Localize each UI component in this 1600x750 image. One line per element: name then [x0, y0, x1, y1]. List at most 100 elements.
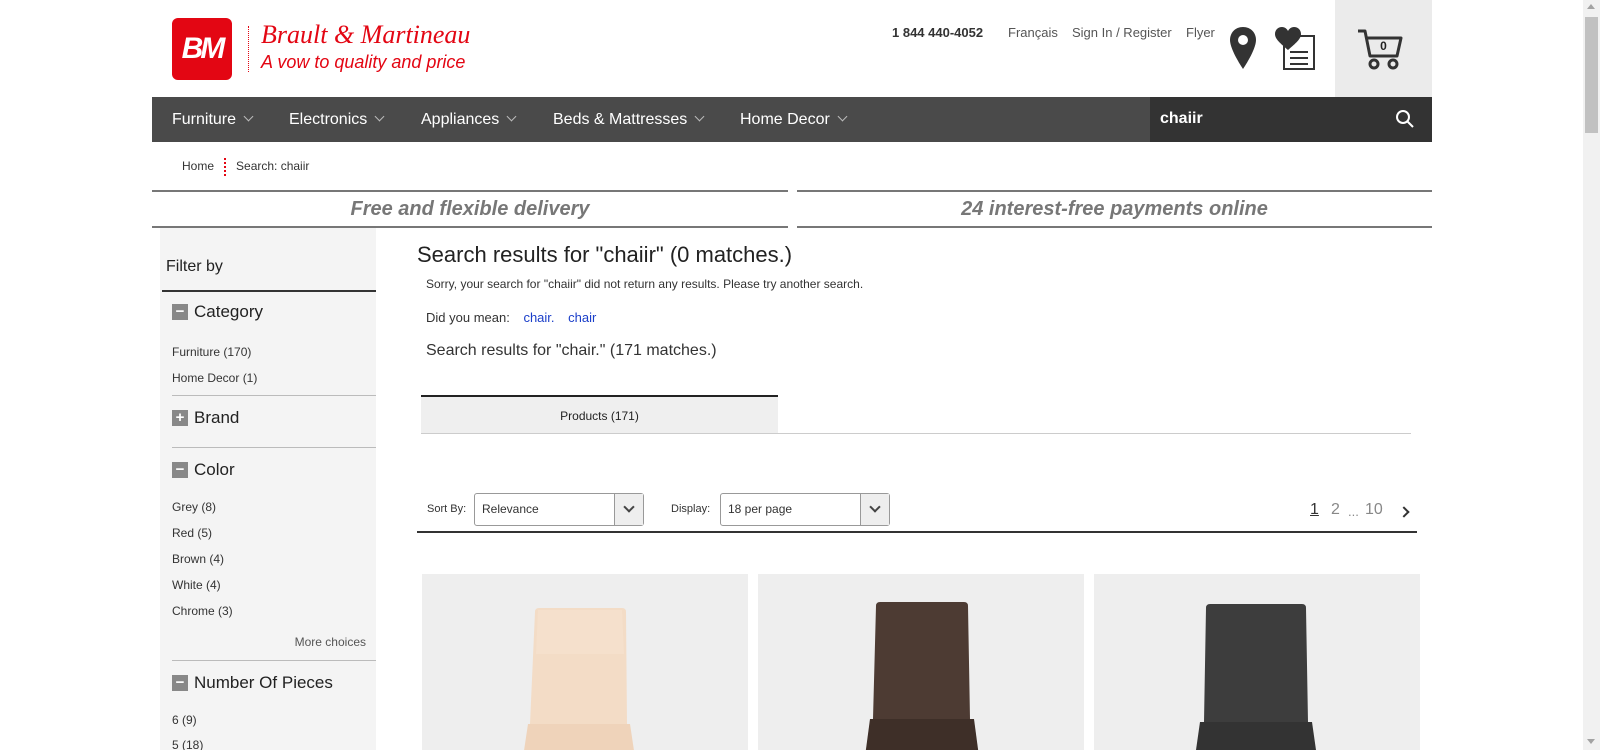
flyer-link[interactable]: Flyer	[1186, 25, 1215, 40]
filter-section-label: Color	[194, 460, 235, 479]
product-card[interactable]	[422, 574, 748, 750]
expand-icon: +	[172, 410, 188, 426]
display-select[interactable]: 18 per page	[720, 493, 890, 526]
filter-option[interactable]: 6 (9)	[172, 713, 197, 727]
did-you-mean: Did you mean: chair. chair	[426, 310, 596, 325]
filter-option[interactable]: Home Decor (1)	[172, 371, 257, 385]
more-choices-link[interactable]: More choices	[295, 635, 366, 649]
filter-option[interactable]: Furniture (170)	[172, 345, 251, 359]
chevron-down-icon	[837, 111, 848, 122]
product-image-charcoal-chair	[1196, 604, 1316, 750]
alt-results-title: Search results for "chair." (171 matches…	[426, 342, 717, 359]
filter-section-label: Brand	[194, 408, 240, 427]
signin-link[interactable]: Sign In / Register	[1072, 25, 1172, 40]
nav-label: Home Decor	[740, 111, 830, 128]
filter-color-toggle[interactable]: − Color	[172, 460, 235, 480]
collapse-icon: −	[172, 462, 188, 478]
promo-payments[interactable]: 24 interest-free payments online	[797, 190, 1432, 228]
collapse-icon: −	[172, 675, 188, 691]
site-header: BM Brault & Martineau A vow to quality a…	[152, 0, 1432, 97]
breadcrumb: Home Search: chaiir	[182, 158, 309, 176]
divider	[421, 433, 1411, 434]
page-scrollbar[interactable]	[1583, 0, 1600, 750]
nav-item-home-decor[interactable]: Home Decor	[740, 97, 848, 142]
nav-label: Appliances	[421, 111, 500, 128]
chevron-down-icon	[623, 501, 635, 513]
no-results-message: Sorry, your search for "chaiir" did not …	[426, 277, 864, 291]
nav-item-beds-mattresses[interactable]: Beds & Mattresses	[553, 97, 705, 142]
suggestion-link[interactable]: chair.	[523, 310, 554, 325]
filter-brand-toggle[interactable]: + Brand	[172, 408, 239, 428]
breadcrumb-separator	[224, 158, 227, 176]
logo-mark[interactable]: BM	[172, 18, 232, 80]
breadcrumb-current: Search: chaiir	[236, 159, 310, 174]
page-link-current[interactable]: 1	[1310, 501, 1319, 519]
chevron-down-icon	[506, 111, 517, 122]
product-card[interactable]	[758, 574, 1084, 750]
cart-count: 0	[1380, 39, 1387, 53]
filter-title: Filter by	[166, 258, 223, 275]
filter-category-toggle[interactable]: − Category	[172, 302, 263, 322]
logo-divider	[248, 26, 249, 72]
main-nav: Furniture Electronics Appliances Beds & …	[152, 97, 1432, 142]
search-input[interactable]	[1160, 105, 1380, 133]
display-label: Display:	[671, 503, 711, 515]
brand-tagline: A vow to quality and price	[261, 52, 466, 72]
filter-section-label: Category	[194, 302, 263, 321]
nav-item-furniture[interactable]: Furniture	[172, 97, 254, 142]
chevron-down-icon	[243, 111, 254, 122]
scroll-up-icon[interactable]	[1587, 4, 1595, 9]
nav-label: Beds & Mattresses	[553, 111, 688, 128]
filter-option[interactable]: Brown (4)	[172, 552, 224, 566]
chevron-down-icon	[374, 111, 385, 122]
filter-option[interactable]: White (4)	[172, 578, 221, 592]
cart-button[interactable]: 0	[1335, 0, 1432, 97]
chevron-down-icon	[694, 111, 705, 122]
store-locator-icon[interactable]	[1228, 26, 1258, 70]
collapse-icon: −	[172, 304, 188, 320]
results-title: Search results for "chaiir" (0 matches.)	[417, 242, 793, 267]
nav-item-electronics[interactable]: Electronics	[289, 97, 385, 142]
filter-pieces-toggle[interactable]: − Number Of Pieces	[172, 673, 333, 693]
divider	[172, 395, 376, 396]
divider	[172, 447, 376, 448]
filter-section-label: Number Of Pieces	[194, 673, 333, 692]
nav-label: Electronics	[289, 111, 368, 128]
page-wrapper: BM Brault & Martineau A vow to quality a…	[152, 0, 1432, 750]
tab-products[interactable]: Products (171)	[421, 395, 778, 433]
filter-option[interactable]: Red (5)	[172, 526, 212, 540]
wishlist-icon[interactable]	[1274, 26, 1316, 70]
filter-option[interactable]: Chrome (3)	[172, 604, 233, 618]
filter-option[interactable]: 5 (18)	[172, 738, 203, 750]
suggestion-link[interactable]: chair	[568, 310, 596, 325]
promo-delivery[interactable]: Free and flexible delivery	[152, 190, 788, 228]
did-you-mean-label: Did you mean:	[426, 310, 510, 325]
sort-value: Relevance	[482, 502, 539, 516]
dropdown-button[interactable]	[614, 494, 643, 525]
product-card[interactable]	[1094, 574, 1420, 750]
chevron-down-icon	[869, 501, 881, 513]
breadcrumb-home[interactable]: Home	[182, 159, 214, 173]
sort-select[interactable]: Relevance	[474, 493, 644, 526]
search-icon[interactable]	[1395, 109, 1415, 129]
language-link[interactable]: Français	[1008, 25, 1058, 40]
search-bar	[1150, 97, 1432, 142]
scroll-down-icon[interactable]	[1587, 739, 1595, 744]
brand-name[interactable]: Brault & Martineau	[261, 20, 470, 50]
next-page-icon[interactable]	[1398, 506, 1410, 518]
filter-sidebar: Filter by − Category Furniture (170) Home…	[160, 228, 376, 750]
nav-item-appliances[interactable]: Appliances	[421, 97, 517, 142]
phone-link[interactable]: 1 844 440-4052	[892, 25, 983, 40]
product-image-beige-chair	[524, 608, 634, 750]
nav-label: Furniture	[172, 111, 237, 128]
divider	[162, 290, 376, 292]
display-value: 18 per page	[728, 502, 793, 516]
page-link[interactable]: 10	[1365, 501, 1383, 519]
dropdown-button[interactable]	[860, 494, 889, 525]
filter-option[interactable]: Grey (8)	[172, 500, 216, 514]
sort-label: Sort By:	[427, 503, 467, 515]
scrollbar-thumb[interactable]	[1585, 17, 1598, 133]
divider	[417, 531, 1417, 533]
divider	[172, 660, 376, 661]
page-link[interactable]: 2	[1331, 501, 1340, 519]
